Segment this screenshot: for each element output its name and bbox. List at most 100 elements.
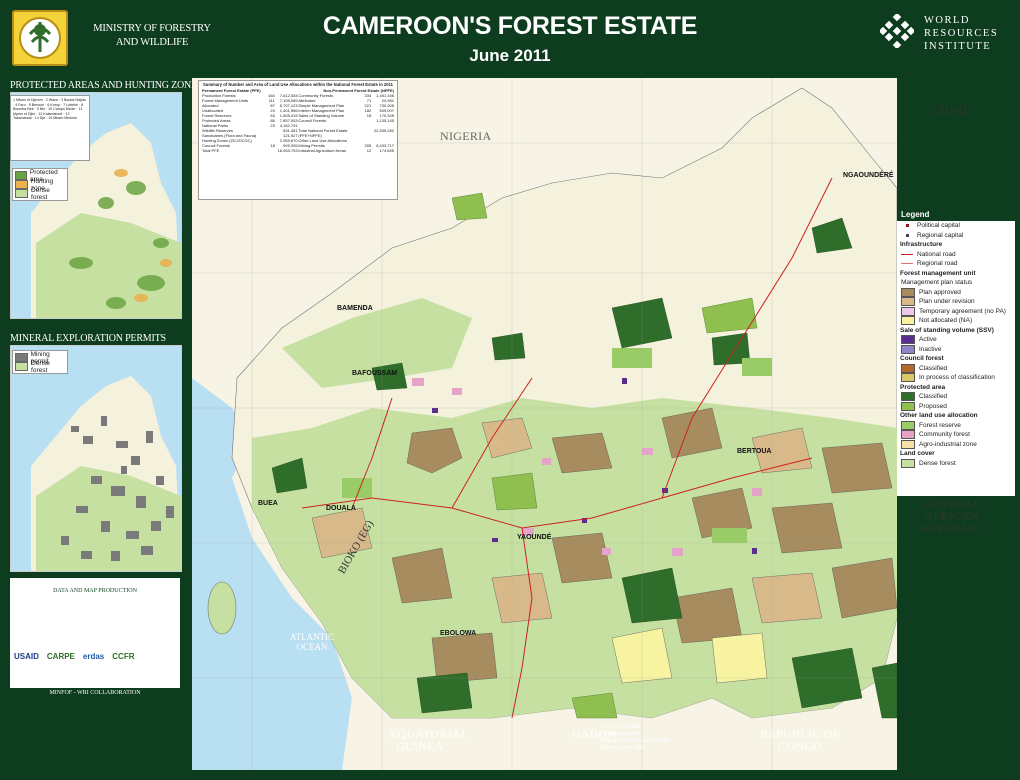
legend-item-label: Plan approved — [919, 288, 961, 296]
legend-item: Dense forest — [897, 458, 1015, 469]
legend-item: Regional capital — [897, 231, 1015, 241]
mineral-permits-title: MINERAL EXPLORATION PERMITS — [10, 333, 166, 344]
summary-table: Summary of Number and Area of Land Use A… — [198, 80, 398, 200]
legend-item: Agro-industrial zone — [897, 439, 1015, 450]
label-atlantic-ocean: ATLANTIC OCEAN — [290, 632, 334, 652]
legend-item-label: Regional capital — [917, 231, 964, 239]
legend-item-label: Active — [919, 336, 937, 344]
ministry-line-1: MINISTRY OF FORESTRY — [93, 23, 211, 34]
legend-item-label: Temporary agreement (no PA) — [919, 307, 1006, 315]
city-bertoua: BERTOUA — [737, 448, 772, 455]
legend-swatch — [901, 420, 915, 430]
legend-section-heading: Protected area — [900, 383, 946, 391]
legend-item-label: National road — [917, 250, 956, 258]
legend-section-heading: Forest management unit — [900, 269, 976, 277]
scale-line-2: Reference system: — [600, 731, 642, 737]
legend-item: Proposed — [897, 401, 1015, 412]
city-yaounde: YAOUNDÉ — [517, 534, 552, 541]
legend-item: Regional road — [897, 259, 1015, 269]
protected-areas-title: PROTECTED AREAS AND HUNTING ZONES — [10, 80, 203, 91]
legend-swatch — [901, 306, 915, 316]
legend-item-label: Community forest — [919, 431, 970, 439]
legend-swatch — [901, 297, 915, 307]
summary-table-rows: Production Forests 164 7,612,534 Community … — [199, 93, 397, 153]
collaboration-box: MINFOF - WRI COLLABORATION — [10, 690, 180, 699]
legend-section-heading: Sale of standing volume (SSV) — [900, 326, 994, 334]
legend-item: Forest reserve — [897, 420, 1015, 431]
map-legend: Legend Political capital Regional capital… — [897, 208, 1015, 496]
legend-item-label: Inactive — [919, 345, 942, 353]
map-date: June 2011 — [469, 46, 551, 65]
legend-item: In process of classification — [897, 373, 1015, 383]
data-production-box: DATA AND MAP PRODUCTION — [10, 578, 180, 688]
ministry-line-2: AND WILDLIFE — [115, 37, 189, 48]
scale-info: Scale 1:1,400,000 Reference system: Proj… — [600, 724, 671, 752]
mineral-permits-inset-map — [10, 345, 182, 572]
label-nigeria: NIGERIA — [440, 129, 492, 143]
legend-swatch — [901, 344, 915, 354]
legend-item-label: Plan under revision — [919, 298, 975, 306]
carpe-logo: CARPE — [46, 652, 75, 661]
legend-dense-forest: Dense forest — [15, 187, 65, 201]
legend-section-heading: Infrastructure — [900, 241, 943, 248]
protected-area-swatch — [15, 171, 27, 180]
legend-swatch — [901, 287, 915, 297]
legend-item-label: Regional road — [917, 260, 958, 268]
legend-item: Temporary agreement (no PA) — [897, 306, 1015, 317]
legend-item-label: Dense forest — [919, 459, 956, 467]
legend-swatch — [901, 439, 915, 449]
legend-item: Classified — [897, 392, 1015, 402]
summary-table-cell: Total PFE — [202, 148, 220, 153]
usaid-logo: USAID — [14, 652, 39, 661]
protected-areas-legend: Protected area Hunting zone Dense forest — [12, 168, 68, 201]
legend-item-label: Classified — [919, 364, 948, 372]
legend-item-label: Proposed — [919, 402, 947, 410]
label-chad: CHAD — [932, 103, 968, 117]
legend-item: Active — [897, 335, 1015, 345]
scale-line-1: Scale 1:1,400,000 — [600, 724, 641, 730]
wri-line-2: RESOURCES — [924, 28, 999, 39]
legend-item: Not allocated (NA) — [897, 316, 1015, 326]
legend-point-icon — [905, 233, 909, 237]
legend-item: Community forest — [897, 430, 1015, 440]
ministry-name: MINISTRY OF FORESTRY AND WILDLIFE — [72, 22, 232, 50]
legend-item-label: Agro-industrial zone — [919, 440, 977, 448]
legend-swatch — [901, 401, 915, 411]
legend-item: Plan under revision — [897, 297, 1015, 307]
scale-line-3: Projection: Transverse Mercator — [600, 738, 671, 744]
wri-name: WORLD RESOURCES INSTITUTE — [924, 14, 998, 53]
legend-title: Legend — [897, 208, 1015, 221]
legend-swatch — [901, 458, 915, 468]
summary-table-title: Summary of Number and Area of Land Use A… — [202, 82, 394, 87]
summary-table-cell: 174,655 — [379, 148, 394, 153]
legend-section-heading: Other land use allocation — [900, 412, 978, 419]
collaboration-title: MINFOF - WRI COLLABORATION — [49, 690, 141, 696]
page-title: CAMEROON'S FOREST ESTATE — [322, 12, 698, 40]
label-equatorial-guinea: EQUATORIAL GUINEA — [390, 727, 469, 753]
legend-road-line — [901, 263, 913, 265]
legend-swatch — [901, 392, 915, 402]
legend-swatch — [901, 316, 915, 326]
legend-dense-forest-2: Dense forest — [15, 359, 65, 374]
ministry-emblem-icon — [12, 10, 68, 66]
hunting-zone-swatch — [15, 180, 28, 189]
city-bamenda: BAMENDA — [337, 305, 373, 312]
legend-item-label: Forest reserve — [919, 421, 961, 429]
dense-forest-swatch — [15, 189, 29, 198]
city-ebolowa: EBOLOWA — [440, 630, 477, 637]
summary-table-cell: 16,053,793 — [277, 148, 298, 153]
wri-line-3: INSTITUTE — [924, 41, 992, 52]
legend-item: Political capital — [897, 221, 1015, 231]
legend-swatch — [901, 430, 915, 440]
legend-item: Plan approved — [897, 287, 1015, 298]
legend-item-label: In process of classification — [919, 374, 995, 382]
dense-forest-label-2: Dense forest — [31, 359, 50, 374]
wri-logo-icon — [880, 14, 914, 48]
summary-table-cell: Industrial Agriculture Areas — [298, 148, 346, 153]
legend-item: Inactive — [897, 344, 1015, 355]
legend-point-icon — [905, 224, 909, 228]
partner-logos: USAID CARPE erdas CCFR — [14, 652, 134, 661]
legend-swatch — [901, 363, 915, 373]
legend-road-line — [901, 253, 913, 255]
legend-item: Management plan status — [897, 278, 1015, 288]
